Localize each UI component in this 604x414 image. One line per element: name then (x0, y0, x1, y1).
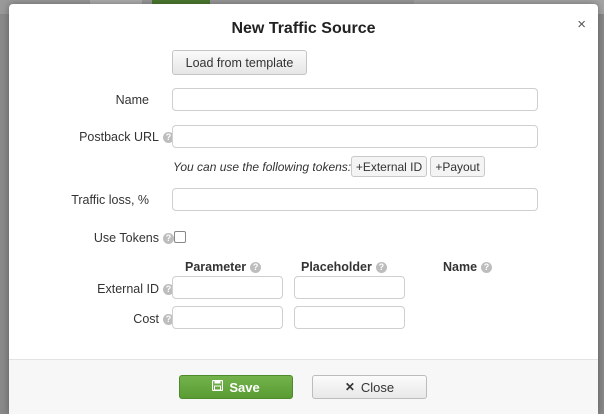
help-icon[interactable]: ? (375, 262, 387, 274)
traffic-loss-label: Traffic loss, % (71, 193, 149, 207)
name-column-header: Name? (443, 260, 493, 274)
close-icon[interactable]: × (577, 16, 586, 33)
placeholder-column-header: Placeholder? (301, 260, 387, 274)
cost-row-label: Cost? (133, 312, 174, 326)
traffic-loss-input[interactable] (172, 188, 538, 211)
tokens-hint: You can use the following tokens: (173, 160, 352, 174)
dialog-title: New Traffic Source (231, 20, 376, 37)
load-from-template-button[interactable]: Load from template (172, 50, 307, 75)
name-header-text: Name (443, 260, 478, 274)
cost-placeholder-input[interactable] (294, 306, 405, 329)
external-id-row-label: External ID? (97, 282, 174, 296)
new-traffic-source-dialog: New Traffic Source × Load from template … (9, 4, 598, 414)
x-icon: ✕ (344, 380, 355, 394)
help-icon[interactable]: ? (250, 262, 262, 274)
close-label: Close (360, 379, 395, 395)
name-label: Name (115, 93, 149, 107)
external-id-placeholder-input[interactable] (294, 276, 405, 299)
use-tokens-checkbox[interactable] (174, 231, 186, 243)
use-tokens-label-text: Use Tokens (93, 231, 159, 245)
use-tokens-label: Use Tokens? (94, 231, 174, 245)
cost-parameter-input[interactable] (172, 306, 283, 329)
external-id-label-text: External ID (97, 282, 159, 296)
placeholder-header-text: Placeholder (301, 260, 372, 274)
parameter-column-header: Parameter? (185, 260, 262, 274)
save-button[interactable]: Save (179, 375, 293, 399)
token-payout-button[interactable]: +Payout (430, 156, 485, 177)
parameter-header-text: Parameter (185, 260, 247, 274)
postback-url-label-text: Postback URL (79, 130, 159, 144)
cost-label-text: Cost (133, 312, 159, 326)
help-icon[interactable]: ? (163, 233, 174, 245)
floppy-disk-icon (212, 379, 224, 394)
close-button[interactable]: ✕ Close (312, 375, 427, 399)
name-input[interactable] (172, 88, 538, 111)
dialog-footer (9, 360, 598, 414)
postback-url-input[interactable] (172, 125, 538, 148)
token-external-id-button[interactable]: +External ID (351, 156, 427, 177)
save-label: Save (229, 379, 260, 395)
postback-url-label: Postback URL? (79, 130, 174, 144)
help-icon[interactable]: ? (481, 262, 493, 274)
external-id-parameter-input[interactable] (172, 276, 283, 299)
